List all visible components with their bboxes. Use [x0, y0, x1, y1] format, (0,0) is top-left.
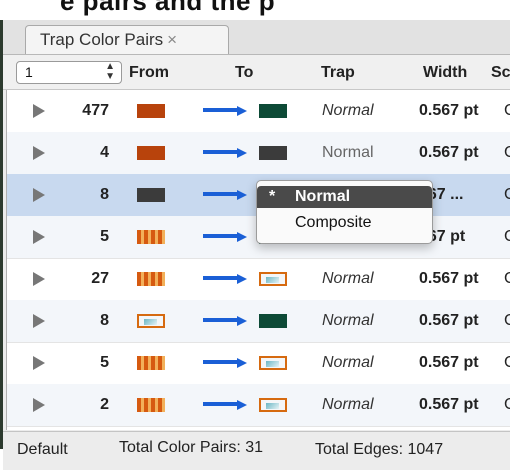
- arrow-right-icon: [203, 274, 249, 284]
- pair-stepper[interactable]: 1 ▲ ▼: [16, 61, 122, 84]
- header-to[interactable]: To: [235, 64, 253, 82]
- table-row[interactable]: 477 Normal 0.567 pt C: [7, 90, 510, 133]
- table-row[interactable]: 8 Normal 0.567 pt C: [7, 300, 510, 343]
- sc-value: C: [504, 90, 510, 132]
- table-row[interactable]: 4 Normal 0.567 pt C: [7, 132, 510, 175]
- menu-item-composite[interactable]: Composite: [257, 212, 432, 234]
- pair-count: 2: [100, 396, 109, 413]
- to-color-swatch: [259, 146, 287, 160]
- sc-value: C: [504, 216, 510, 258]
- close-icon[interactable]: ×: [167, 30, 177, 49]
- sc-value: C: [504, 300, 510, 342]
- stepper-value: 1: [25, 64, 33, 80]
- trap-width: 0.567 pt: [419, 396, 479, 413]
- pair-count: 477: [82, 102, 109, 119]
- trap-width: 0.567 pt: [419, 354, 479, 371]
- stepper-arrows-icon[interactable]: ▲ ▼: [105, 62, 115, 82]
- sc-value: C: [504, 384, 510, 426]
- to-color-swatch: [259, 356, 287, 370]
- column-header-bar: 1 ▲ ▼ From To Trap Width Sc: [3, 55, 510, 90]
- trap-type-menu: * Normal Composite: [256, 180, 433, 244]
- status-bar: Default Total Color Pairs: 31 Total Edge…: [3, 431, 510, 470]
- header-width[interactable]: Width: [423, 64, 467, 82]
- checkmark-icon: *: [269, 188, 276, 205]
- from-color-swatch: [137, 356, 165, 370]
- from-color-swatch: [137, 230, 165, 244]
- from-color-swatch: [137, 272, 165, 286]
- menu-item-label: Normal: [295, 188, 351, 205]
- tab-trap-color-pairs[interactable]: Trap Color Pairs ×: [25, 25, 229, 54]
- arrow-right-icon: [203, 232, 249, 242]
- disclosure-triangle-icon[interactable]: [33, 230, 45, 244]
- arrow-right-icon: [203, 316, 249, 326]
- menu-item-label: Composite: [295, 214, 372, 231]
- table-row[interactable]: 27 Normal 0.567 pt C: [7, 258, 510, 301]
- sc-value: C: [504, 258, 510, 300]
- trap-width: 0.567 pt: [419, 102, 479, 119]
- table-row[interactable]: 5 Normal 0.567 pt C: [7, 342, 510, 385]
- to-color-swatch: [259, 272, 287, 286]
- trap-type[interactable]: Normal: [322, 342, 374, 384]
- trap-type[interactable]: Normal: [322, 384, 374, 426]
- trap-type[interactable]: Normal: [322, 132, 374, 174]
- table-row[interactable]: 2 Normal 0.567 pt C: [7, 384, 510, 427]
- disclosure-triangle-icon[interactable]: [33, 356, 45, 370]
- from-color-swatch: [137, 398, 165, 412]
- pair-count: 4: [100, 144, 109, 161]
- pair-count: 8: [100, 312, 109, 329]
- header-sc[interactable]: Sc: [491, 64, 510, 82]
- from-color-swatch: [137, 314, 165, 328]
- cut-off-heading: e pairs and the p: [60, 0, 276, 16]
- status-total-edges: Total Edges: 1047: [315, 441, 444, 458]
- disclosure-triangle-icon[interactable]: [33, 272, 45, 286]
- sc-value: C: [504, 174, 510, 216]
- trap-type[interactable]: Normal: [322, 90, 374, 132]
- trap-width: 0.567 pt: [419, 312, 479, 329]
- arrow-right-icon: [203, 190, 249, 200]
- status-total-color-pairs: Total Color Pairs: 31: [119, 439, 264, 456]
- tab-bar: Trap Color Pairs ×: [3, 20, 510, 55]
- disclosure-triangle-icon[interactable]: [33, 398, 45, 412]
- color-pairs-table: 477 Normal 0.567 pt C 4 Normal 0.567 pt C 8 Norma…: [6, 90, 510, 430]
- disclosure-triangle-icon[interactable]: [33, 104, 45, 118]
- pair-count: 8: [100, 186, 109, 203]
- pair-count: 5: [100, 228, 109, 245]
- disclosure-triangle-icon[interactable]: [33, 314, 45, 328]
- sc-value: C: [504, 342, 510, 384]
- pair-count: 5: [100, 354, 109, 371]
- from-color-swatch: [137, 146, 165, 160]
- pair-count: 27: [91, 270, 109, 287]
- trap-type[interactable]: Normal: [322, 258, 374, 300]
- trap-width: 0.567 pt: [419, 144, 479, 161]
- header-trap[interactable]: Trap: [321, 64, 355, 82]
- to-color-swatch: [259, 314, 287, 328]
- sc-value: C: [504, 132, 510, 174]
- arrow-right-icon: [203, 400, 249, 410]
- arrow-right-icon: [203, 106, 249, 116]
- disclosure-triangle-icon[interactable]: [33, 188, 45, 202]
- from-color-swatch: [137, 104, 165, 118]
- arrow-right-icon: [203, 358, 249, 368]
- trap-width: 0.567 pt: [419, 270, 479, 287]
- menu-item-normal[interactable]: * Normal: [257, 186, 432, 208]
- disclosure-triangle-icon[interactable]: [33, 146, 45, 160]
- to-color-swatch: [259, 398, 287, 412]
- to-color-swatch: [259, 104, 287, 118]
- tab-label: Trap Color Pairs: [40, 30, 164, 49]
- status-default: Default: [17, 441, 68, 458]
- trap-type[interactable]: Normal: [322, 300, 374, 342]
- from-color-swatch: [137, 188, 165, 202]
- header-from[interactable]: From: [129, 64, 169, 82]
- arrow-right-icon: [203, 148, 249, 158]
